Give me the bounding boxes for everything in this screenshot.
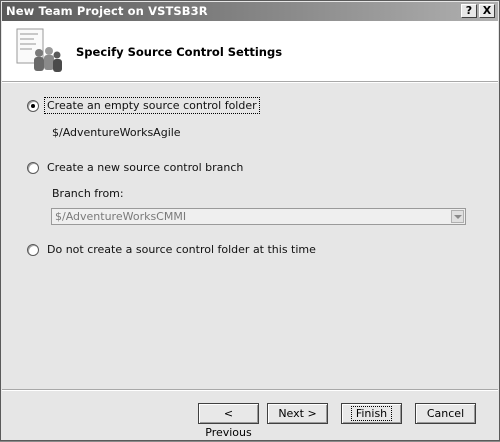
radio-no-folder[interactable] xyxy=(27,243,39,256)
option-no-folder-label: Do not create a source control folder at… xyxy=(47,243,316,256)
radio-empty-folder[interactable] xyxy=(27,99,39,112)
radio-new-branch[interactable] xyxy=(27,161,39,174)
finish-button[interactable]: Finish xyxy=(341,403,402,424)
branch-from-value: $/AdventureWorksCMMI xyxy=(55,210,187,223)
page-title: Specify Source Control Settings xyxy=(76,45,283,59)
option-empty-folder[interactable]: Create an empty source control folder xyxy=(27,97,260,114)
previous-button[interactable]: < Previous xyxy=(198,403,259,439)
close-button[interactable]: X xyxy=(479,4,495,18)
wizard-header: Specify Source Control Settings xyxy=(2,21,498,81)
title-bar[interactable]: New Team Project on VSTSB3R ? X xyxy=(2,2,498,21)
next-button[interactable]: Next > xyxy=(267,403,328,424)
header-divider xyxy=(2,81,498,83)
option-new-branch-label: Create a new source control branch xyxy=(47,161,244,174)
finish-button-label: Finish xyxy=(350,406,393,421)
chevron-down-icon[interactable] xyxy=(451,210,464,223)
branch-from-label: Branch from: xyxy=(52,187,124,200)
empty-folder-path: $/AdventureWorksAgile xyxy=(52,126,181,139)
footer-divider xyxy=(2,389,498,391)
option-no-folder[interactable]: Do not create a source control folder at… xyxy=(27,242,318,257)
wizard-people-icon xyxy=(16,28,62,72)
help-button[interactable]: ? xyxy=(461,4,477,18)
new-team-project-dialog: New Team Project on VSTSB3R ? X Specify … xyxy=(0,0,500,441)
option-empty-folder-label: Create an empty source control folder xyxy=(44,97,260,114)
option-new-branch[interactable]: Create a new source control branch xyxy=(27,160,245,175)
window-title: New Team Project on VSTSB3R xyxy=(6,4,208,18)
cancel-button[interactable]: Cancel xyxy=(415,403,476,424)
branch-from-dropdown[interactable]: $/AdventureWorksCMMI xyxy=(51,208,466,225)
